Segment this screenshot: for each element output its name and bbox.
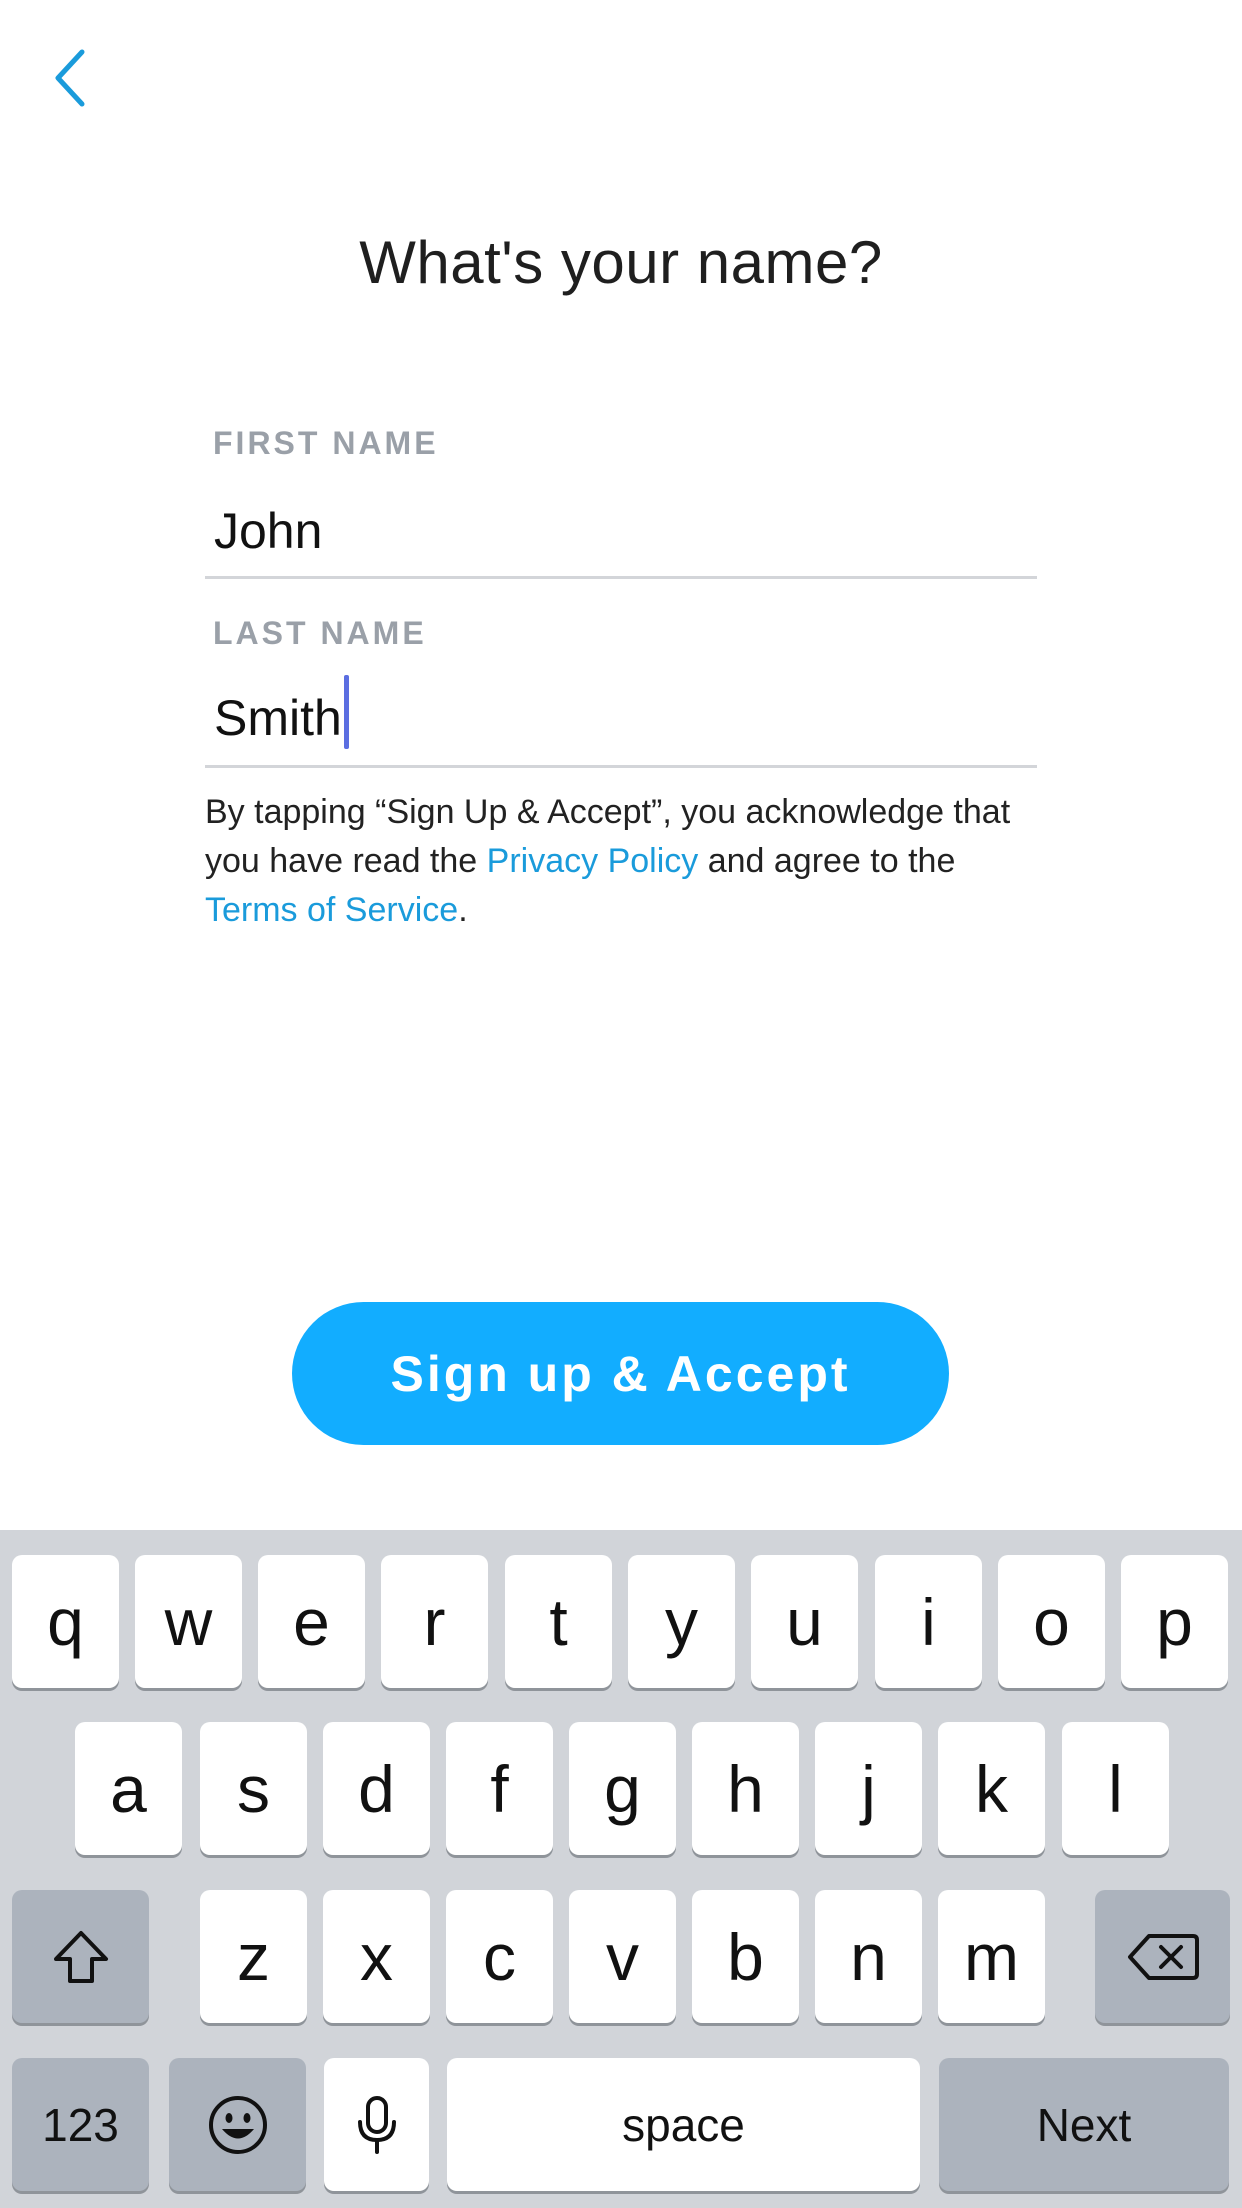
legal-notice: By tapping “Sign Up & Accept”, you ackno… [205,788,1055,935]
shift-key[interactable] [12,1890,149,2023]
key-a[interactable]: a [75,1722,182,1855]
chevron-left-icon [55,49,85,107]
first-name-field[interactable]: John [205,486,1037,579]
key-j[interactable]: j [815,1722,922,1855]
shift-icon [53,1930,108,1983]
space-key[interactable]: space [447,2058,920,2191]
numbers-key[interactable]: 123 [12,2058,149,2191]
key-i[interactable]: i [875,1555,982,1688]
key-q[interactable]: q [12,1555,119,1688]
last-name-field[interactable]: Smith [205,675,1037,768]
last-name-label: LAST NAME [213,615,427,651]
emoji-key[interactable] [169,2058,306,2191]
key-b[interactable]: b [692,1890,799,2023]
key-y[interactable]: y [628,1555,735,1688]
key-n[interactable]: n [815,1890,922,2023]
key-d[interactable]: d [323,1722,430,1855]
next-key[interactable]: Next [939,2058,1229,2191]
key-l[interactable]: l [1062,1722,1169,1855]
key-r[interactable]: r [381,1555,488,1688]
dictation-key[interactable] [324,2058,429,2191]
emoji-icon [208,2095,267,2154]
text-cursor [343,675,349,749]
terms-of-service-link[interactable]: Terms of Service [205,891,458,929]
delete-icon [1127,1933,1199,1980]
key-e[interactable]: e [258,1555,365,1688]
first-name-label: FIRST NAME [213,425,439,461]
sign-up-accept-button[interactable]: Sign up & Accept [292,1302,949,1445]
key-w[interactable]: w [135,1555,242,1688]
key-c[interactable]: c [446,1890,553,2023]
first-name-value: John [214,503,323,559]
key-p[interactable]: p [1121,1555,1228,1688]
key-g[interactable]: g [569,1722,676,1855]
last-name-value: Smith [214,690,342,746]
key-s[interactable]: s [200,1722,307,1855]
key-u[interactable]: u [751,1555,858,1688]
key-t[interactable]: t [505,1555,612,1688]
back-button[interactable] [40,38,100,118]
last-name-value-wrap: Smith [214,675,349,749]
privacy-policy-link[interactable]: Privacy Policy [487,842,699,880]
delete-key[interactable] [1095,1890,1230,2023]
microphone-icon [357,2095,396,2154]
keyboard: q w e r t y u i o p a s d f g h j k l z … [0,1530,1242,2208]
page-title: What's your name? [359,229,883,296]
key-h[interactable]: h [692,1722,799,1855]
key-f[interactable]: f [446,1722,553,1855]
key-z[interactable]: z [200,1890,307,2023]
legal-suffix: . [458,891,468,929]
legal-middle: and agree to the [698,842,956,880]
key-x[interactable]: x [323,1890,430,2023]
key-v[interactable]: v [569,1890,676,2023]
key-k[interactable]: k [938,1722,1045,1855]
key-m[interactable]: m [938,1890,1045,2023]
key-o[interactable]: o [998,1555,1105,1688]
